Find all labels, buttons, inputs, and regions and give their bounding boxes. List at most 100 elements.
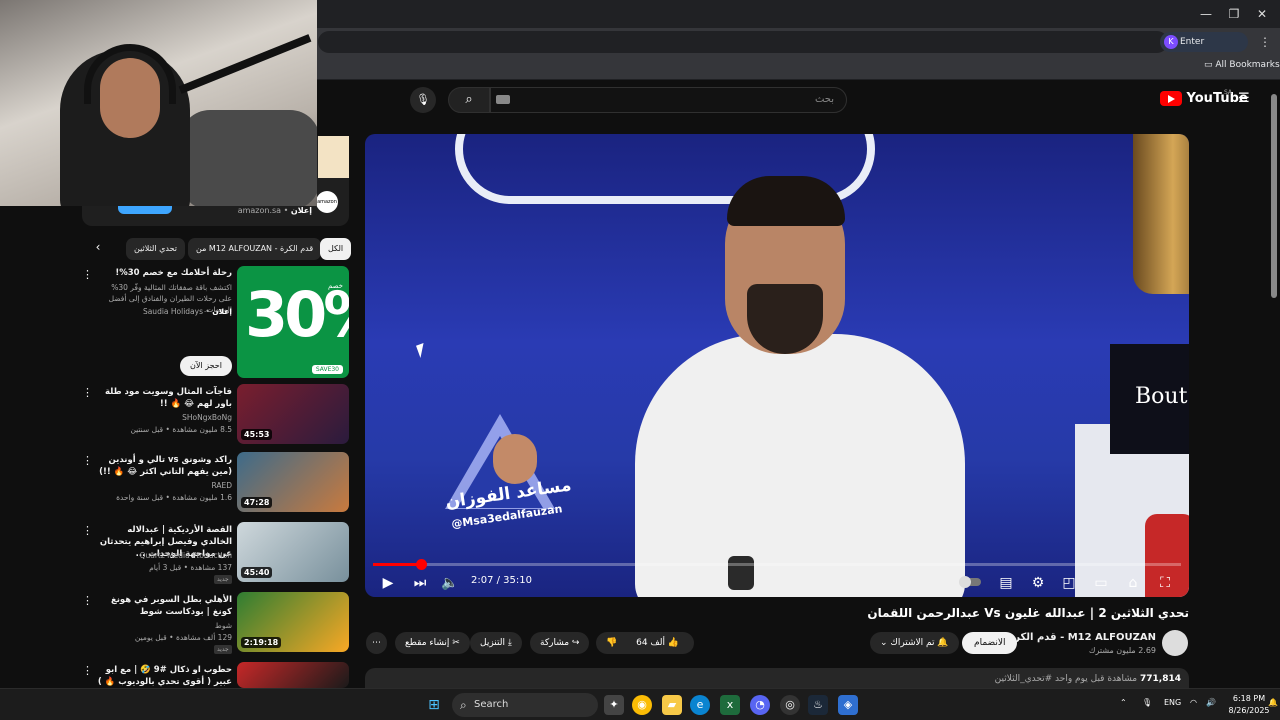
steam-icon[interactable]: ♨ — [808, 695, 828, 715]
rec-new-badge: جديد — [214, 575, 232, 584]
search-icon: ⌕ — [465, 92, 473, 107]
address-bar[interactable] — [318, 31, 1168, 53]
windows-start-icon[interactable]: ⊞ — [424, 695, 444, 715]
chip-all[interactable]: الكل — [320, 238, 352, 260]
close-icon[interactable]: ✕ — [1252, 4, 1272, 24]
channel-name[interactable]: M12 ALFOUZAN - قدم الكرة — [1008, 632, 1156, 643]
mic-tray-icon[interactable]: 🎙 — [1142, 698, 1152, 707]
captions-icon[interactable]: ▤ — [995, 572, 1017, 594]
theater-mode-icon[interactable]: ▭ — [1090, 572, 1112, 594]
copilot-icon[interactable]: ✦ — [604, 695, 624, 715]
ad-sponsor: إعلان • Saudia Holidays — [142, 307, 232, 316]
rec-new-badge: جديد — [214, 645, 232, 654]
excel-icon[interactable]: x — [720, 695, 740, 715]
video-side-text: Bout — [1135, 384, 1188, 409]
more-actions-icon[interactable]: ⋯ — [366, 632, 387, 654]
next-icon[interactable]: ⏭ — [409, 572, 431, 594]
progress-bar[interactable] — [373, 559, 1181, 570]
wifi-icon[interactable]: ◠ — [1190, 698, 1197, 707]
minimize-icon[interactable]: — — [1196, 4, 1216, 24]
rec-thumbnail[interactable] — [237, 662, 349, 688]
rec-duration: 45:40 — [241, 567, 273, 578]
menu-kebab-icon[interactable]: ⋮ — [1256, 33, 1274, 51]
rec-more-icon[interactable]: ⋮ — [82, 454, 93, 467]
chip-from-channel[interactable]: من M12 ALFOUZAN - قدم الكرة — [188, 238, 322, 260]
top-ad-cta-bar[interactable] — [118, 206, 172, 214]
clip-button[interactable]: إنشاء مقطع ✂ — [395, 632, 470, 654]
clock[interactable]: 6:18 PM 8/26/2025 — [1224, 693, 1274, 717]
voice-search-mic-icon[interactable]: 🎙 — [410, 87, 436, 113]
chip-challenge[interactable]: تحدي الثلاثين — [126, 238, 185, 260]
channel-avatar[interactable] — [1162, 630, 1188, 656]
file-explorer-icon[interactable]: ▰ — [662, 695, 682, 715]
rec-title[interactable]: حطوب او ذكال #9 🤣 | مع ابو عبير ( أقوى ت… — [96, 664, 232, 688]
chips-scroll-left-icon[interactable]: ‹ — [90, 240, 106, 258]
ad-thumbnail[interactable]: خصم 30% SAVE30 — [237, 266, 349, 378]
video-player[interactable]: Bout مساعد الفوزان @Msa3edalfauzan ▶ ⏭ 🔈… — [365, 134, 1189, 597]
settings-gear-icon[interactable]: ⚙ — [1027, 572, 1049, 594]
all-bookmarks-link[interactable]: ▭ All Bookmarks — [1204, 60, 1280, 70]
video-title: تحدي الثلاثين 2 | عبدالله غليون Vs عبدال… — [867, 606, 1189, 620]
dislike-icon[interactable]: 👎 — [606, 638, 617, 648]
autoplay-toggle[interactable] — [959, 576, 981, 588]
rec-channel[interactable]: Quartz Media Production — [96, 550, 232, 561]
scrollbar-thumb[interactable] — [1271, 94, 1277, 298]
rec-more-icon[interactable]: ⋮ — [82, 386, 93, 399]
hamburger-menu-icon[interactable]: ☰ — [1238, 92, 1252, 106]
play-icon[interactable]: ▶ — [377, 572, 399, 594]
ad-book-now-button[interactable]: احجز الآن — [180, 356, 232, 376]
rec-title[interactable]: راكد وشونق vs تالي و أوندين (مين يفهم ال… — [96, 454, 232, 478]
subscribed-button[interactable]: ⌄ تم الاشتراك 🔔 — [870, 632, 959, 654]
speaker-icon[interactable]: 🔊 — [1206, 698, 1216, 707]
edge-icon[interactable]: e — [690, 695, 710, 715]
top-ad-image — [318, 136, 349, 178]
search-input[interactable]: بحث — [490, 87, 847, 113]
rec-thumbnail[interactable]: 45:40 — [237, 522, 349, 582]
rec-more-icon[interactable]: ⋮ — [82, 594, 93, 607]
ad-title[interactable]: رحلة أحلامك مع خصم 30%! — [96, 268, 232, 278]
search-button[interactable]: ⌕ — [448, 87, 490, 113]
rec-more-icon[interactable]: ⋮ — [82, 524, 93, 537]
app-blue-icon[interactable]: ◈ — [838, 695, 858, 715]
rec-channel[interactable]: شوط — [96, 620, 232, 631]
rec-title[interactable]: الأهلي بطل السوبر في هونغ كونغ | بودكاست… — [96, 594, 232, 618]
rec-meta: 129 ألف مشاهدة • قبل يومين — [134, 633, 232, 642]
view-count: 771,814 — [1140, 674, 1181, 684]
fullscreen-icon[interactable]: ⛶ — [1154, 572, 1176, 594]
youtube-logo[interactable]: YouTube — [1160, 91, 1248, 109]
amazon-logo: amazon — [316, 191, 338, 213]
tray-chevron-icon[interactable]: ⌃ — [1120, 698, 1127, 707]
progress-scrubber[interactable] — [416, 559, 428, 570]
like-icon[interactable]: 👍 — [668, 638, 679, 648]
rec-thumbnail[interactable]: 47:28 — [237, 452, 349, 512]
rec-channel[interactable]: RAED — [96, 480, 232, 491]
join-button[interactable]: الانضمام — [962, 632, 1018, 654]
miniplayer-icon[interactable]: ◰ — [1058, 572, 1080, 594]
discord-icon[interactable]: ◔ — [750, 695, 770, 715]
rec-more-icon[interactable]: ⋮ — [82, 664, 93, 677]
volume-icon[interactable]: 🔈 — [439, 572, 461, 594]
progress-played — [373, 563, 422, 566]
passphrase-button[interactable]: K Enter passphrase — [1160, 32, 1248, 67]
app-icon[interactable]: ◎ — [780, 695, 800, 715]
rec-meta: 1.6 مليون مشاهدة • قبل سنة واحدة — [116, 493, 232, 502]
page-scrollbar[interactable] — [1270, 82, 1278, 686]
share-button[interactable]: مشاركة ↪ — [530, 632, 590, 654]
rec-channel[interactable]: SHoNgxBoNg — [96, 412, 232, 423]
rec-thumbnail[interactable]: 2:19:18 — [237, 592, 349, 652]
rec-title[interactable]: فاجآت المثال وسويت مود طلة باور لهم 😂 🔥 … — [96, 386, 232, 410]
chrome-icon[interactable]: ◉ — [632, 695, 652, 715]
taskbar-search[interactable]: Search — [452, 693, 598, 717]
language-indicator[interactable]: ENG — [1164, 698, 1181, 707]
like-count[interactable]: 64 ألف — [636, 638, 665, 648]
rec-meta: 8.5 مليون مشاهدة • قبل سنتين — [130, 425, 232, 434]
restore-icon[interactable]: ❐ — [1224, 4, 1244, 24]
cast-icon[interactable]: ⌂ — [1122, 572, 1144, 594]
keyboard-icon[interactable] — [496, 95, 510, 104]
download-button[interactable]: التنزيل ⤓ — [470, 632, 522, 654]
webcam-overlay — [0, 0, 317, 206]
rec-thumbnail[interactable]: 45:53 — [237, 384, 349, 444]
video-person-watch — [728, 556, 754, 590]
ad-more-icon[interactable]: ⋮ — [82, 268, 93, 281]
notification-icon[interactable]: 🔔 — [1268, 698, 1278, 707]
